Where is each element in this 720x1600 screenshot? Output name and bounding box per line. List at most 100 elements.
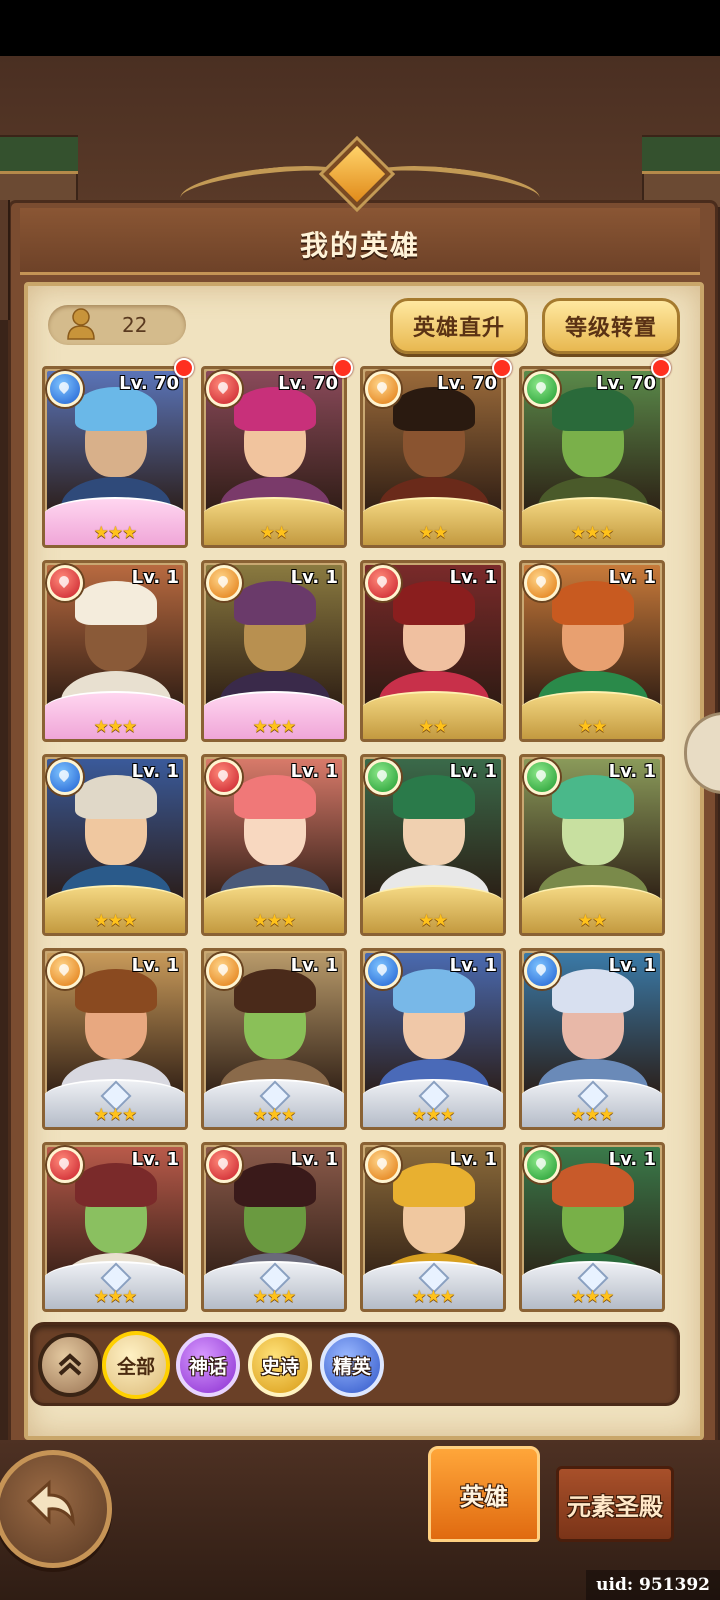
nature-element-icon: [524, 371, 560, 407]
fire-element-icon: [206, 371, 242, 407]
hero-level: Lv. 1: [290, 567, 338, 588]
star-rating: ★★: [418, 911, 448, 931]
filter-elite-button[interactable]: 精英: [320, 1333, 384, 1397]
fire-element-icon: [206, 759, 242, 795]
hero-level: Lv. 70: [119, 373, 179, 394]
star-rating: ★★★: [93, 911, 138, 931]
notification-dot: [333, 358, 353, 378]
hero-card[interactable]: ★★★ Lv. 70: [519, 366, 665, 548]
hero-level: Lv. 1: [290, 1149, 338, 1170]
star-rating: ★★★: [93, 1105, 138, 1125]
star-rating: ★★★: [411, 1287, 456, 1307]
hero-card[interactable]: ★★★ Lv. 1: [360, 1142, 506, 1312]
hero-card[interactable]: ★★ Lv. 1: [519, 560, 665, 742]
hero-count-value: 22: [122, 313, 148, 337]
star-rating: ★★★: [93, 1287, 138, 1307]
status-bar: [0, 0, 720, 56]
star-rating: ★★: [259, 523, 289, 543]
hero-card[interactable]: ★★ Lv. 1: [519, 754, 665, 936]
hero-level: Lv. 70: [278, 373, 338, 394]
page-title: 我的英雄: [299, 229, 420, 262]
hero-level: Lv. 1: [449, 955, 497, 976]
hero-level: Lv. 1: [608, 761, 656, 782]
hero-card[interactable]: ★★★ Lv. 70: [42, 366, 188, 548]
collapse-filter-button[interactable]: [38, 1333, 102, 1397]
hero-card[interactable]: ★★★ Lv. 1: [42, 948, 188, 1130]
hero-level: Lv. 1: [131, 1149, 179, 1170]
star-rating: ★★★: [93, 717, 138, 737]
person-icon: [67, 308, 95, 340]
hero-card[interactable]: ★★ Lv. 1: [360, 754, 506, 936]
fire-element-icon: [365, 565, 401, 601]
hero-card[interactable]: ★★★ Lv. 1: [201, 754, 347, 936]
hero-card[interactable]: ★★★ Lv. 1: [201, 948, 347, 1130]
hero-level: Lv. 1: [131, 955, 179, 976]
notification-dot: [651, 358, 671, 378]
nature-element-icon: [524, 1147, 560, 1183]
star-rating: ★★★: [570, 523, 615, 543]
star-rating: ★★★: [570, 1105, 615, 1125]
notification-dot: [492, 358, 512, 378]
light-element-icon: [365, 371, 401, 407]
hero-card[interactable]: ★★★ Lv. 1: [42, 560, 188, 742]
nature-element-icon: [524, 759, 560, 795]
light-element-icon: [47, 953, 83, 989]
notification-dot: [174, 358, 194, 378]
hero-upgrade-button[interactable]: 英雄直升: [390, 298, 528, 354]
star-rating: ★★: [577, 717, 607, 737]
hero-card[interactable]: ★★★ Lv. 1: [42, 754, 188, 936]
right-pillar: [642, 135, 720, 209]
light-element-icon: [365, 1147, 401, 1183]
hero-card[interactable]: ★★ Lv. 70: [201, 366, 347, 548]
star-rating: ★★★: [252, 717, 297, 737]
tab-element-shrine[interactable]: 元素圣殿: [556, 1466, 674, 1542]
light-element-icon: [206, 953, 242, 989]
light-element-icon: [524, 565, 560, 601]
hero-level: Lv. 1: [608, 955, 656, 976]
hero-level: Lv. 1: [131, 567, 179, 588]
hero-card[interactable]: ★★★ Lv. 1: [201, 1142, 347, 1312]
fire-element-icon: [47, 565, 83, 601]
fire-element-icon: [47, 1147, 83, 1183]
hero-level: Lv. 1: [131, 761, 179, 782]
water-element-icon: [365, 953, 401, 989]
hero-level: Lv. 1: [608, 567, 656, 588]
back-arrow-icon: [26, 1479, 75, 1527]
star-rating: ★★★: [93, 523, 138, 543]
user-id-label: uid: 951392: [586, 1570, 720, 1600]
star-rating: ★★★: [252, 1287, 297, 1307]
hero-card[interactable]: ★★★ Lv. 1: [360, 948, 506, 1130]
hero-card[interactable]: ★★ Lv. 1: [360, 560, 506, 742]
level-transfer-button[interactable]: 等级转置: [542, 298, 680, 354]
hero-card[interactable]: ★★ Lv. 70: [360, 366, 506, 548]
fire-element-icon: [206, 1147, 242, 1183]
chevron-up-icon: [58, 1353, 82, 1376]
tab-heroes[interactable]: 英雄: [428, 1446, 540, 1542]
hero-card[interactable]: ★★★ Lv. 1: [201, 560, 347, 742]
water-element-icon: [524, 953, 560, 989]
hero-card[interactable]: ★★★ Lv. 1: [519, 948, 665, 1130]
filter-all-button[interactable]: 全部: [102, 1331, 170, 1399]
star-rating: ★★★: [570, 1287, 615, 1307]
hero-level: Lv. 70: [596, 373, 656, 394]
star-rating: ★★★: [252, 911, 297, 931]
hero-level: Lv. 1: [449, 1149, 497, 1170]
star-rating: ★★: [418, 523, 448, 543]
hero-level: Lv. 1: [608, 1149, 656, 1170]
water-element-icon: [47, 759, 83, 795]
star-rating: ★★: [418, 717, 448, 737]
water-element-icon: [47, 371, 83, 407]
filter-epic-button[interactable]: 史诗: [248, 1333, 312, 1397]
nature-element-icon: [365, 759, 401, 795]
left-pillar: [0, 135, 78, 209]
hero-level: Lv. 1: [449, 761, 497, 782]
hero-level: Lv. 70: [437, 373, 497, 394]
hero-card[interactable]: ★★★ Lv. 1: [519, 1142, 665, 1312]
back-button[interactable]: [0, 1450, 112, 1568]
hero-card[interactable]: ★★★ Lv. 1: [42, 1142, 188, 1312]
light-element-icon: [206, 565, 242, 601]
filter-myth-button[interactable]: 神话: [176, 1333, 240, 1397]
star-rating: ★★: [577, 911, 607, 931]
hero-level: Lv. 1: [290, 761, 338, 782]
star-rating: ★★★: [411, 1105, 456, 1125]
